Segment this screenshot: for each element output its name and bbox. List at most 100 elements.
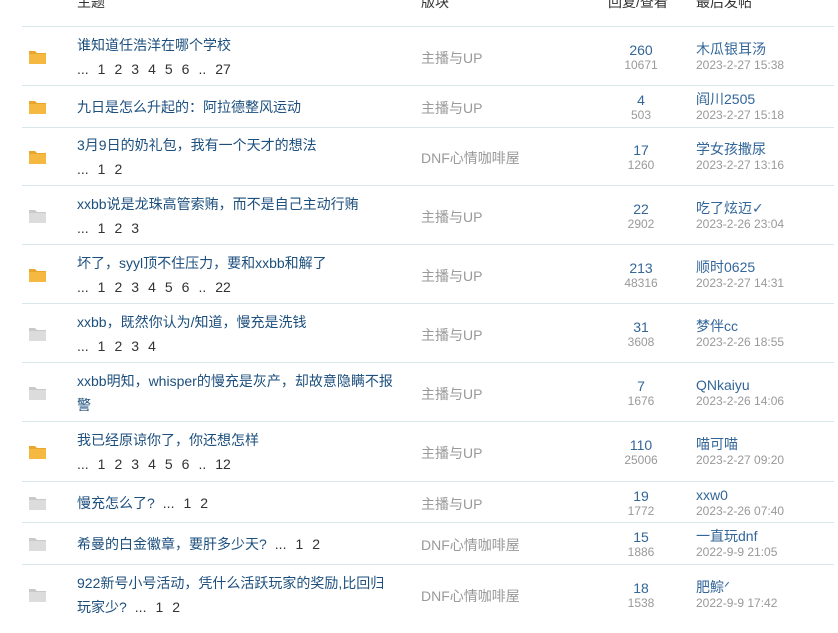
thread-title-link[interactable]: 慢充怎么了? (77, 495, 155, 511)
section-link[interactable]: 主播与UP (421, 207, 482, 227)
page-link[interactable]: 3 (131, 57, 139, 81)
section-link[interactable]: 主播与UP (421, 494, 482, 514)
thread-title-link[interactable]: xxbb说是龙珠高管索贿，而不是自己主动行贿 (77, 196, 359, 212)
last-post-time[interactable]: 2023-2-27 15:18 (696, 107, 784, 123)
last-post-user[interactable]: xxw0 (696, 487, 784, 503)
page-link[interactable]: 1 (98, 452, 106, 476)
page-link[interactable]: 1 (183, 491, 191, 515)
section-link[interactable]: 主播与UP (421, 443, 482, 463)
page-link[interactable]: 1 (98, 216, 106, 240)
page-link[interactable]: 3 (131, 452, 139, 476)
section-link[interactable]: DNF心情咖啡屋 (421, 148, 520, 168)
reply-count[interactable]: 18 (594, 580, 688, 596)
page-link[interactable]: 1 (295, 532, 303, 556)
last-post-user[interactable]: QNkaiyu (696, 377, 784, 393)
last-post-cell: 一直玩dnf 2022-9-9 21:05 (696, 528, 777, 560)
page-link[interactable]: 4 (148, 452, 156, 476)
reply-count[interactable]: 15 (594, 529, 688, 545)
page-link[interactable]: 5 (165, 452, 173, 476)
page-link[interactable]: 22 (215, 275, 231, 299)
page-link[interactable]: 1 (98, 157, 106, 181)
section-link[interactable]: 主播与UP (421, 325, 482, 345)
thread-title-link[interactable]: 谁知道任浩洋在哪个学校 (77, 37, 231, 53)
reply-count[interactable]: 260 (594, 42, 688, 58)
thread-title-link[interactable]: 我已经原谅你了，你还想怎样 (77, 432, 259, 448)
reply-count[interactable]: 17 (594, 142, 688, 158)
thread-title-link[interactable]: xxbb明知，whisper的慢充是灰产，却故意隐瞒不报警 (77, 373, 393, 413)
page-link[interactable]: 6 (182, 57, 190, 81)
last-post-time[interactable]: 2023-2-27 13:16 (696, 157, 784, 173)
page-link[interactable]: 12 (215, 452, 231, 476)
reply-count[interactable]: 7 (594, 378, 688, 394)
section-link[interactable]: DNF心情咖啡屋 (421, 535, 520, 555)
last-post-time[interactable]: 2023-2-27 09:20 (696, 452, 784, 468)
last-post-user[interactable]: 顺时0625 (696, 259, 784, 275)
pagination-ellipsis: ... (77, 161, 89, 177)
page-link[interactable]: 2 (200, 491, 208, 515)
last-post-cell: 肥鯮ᐟ 2022-9-9 17:42 (696, 579, 777, 611)
page-link[interactable]: 6 (182, 452, 190, 476)
view-count: 10671 (624, 57, 658, 72)
page-link[interactable]: 1 (98, 334, 106, 358)
page-link[interactable]: 2 (114, 157, 122, 181)
reply-count[interactable]: 19 (594, 488, 688, 504)
page-link[interactable]: 3 (131, 275, 139, 299)
section-link[interactable]: 主播与UP (421, 98, 482, 118)
page-link[interactable]: 27 (215, 57, 231, 81)
last-post-user[interactable]: 木瓜银耳汤 (696, 41, 784, 57)
page-link[interactable]: 2 (172, 595, 180, 619)
page-link[interactable]: 1 (155, 595, 163, 619)
reply-view-counts: 22 2902 (594, 201, 688, 231)
last-post-time[interactable]: 2023-2-26 18:55 (696, 334, 784, 350)
thread-title-link[interactable]: 九日是怎么升起的：阿拉德整风运动 (77, 99, 301, 115)
last-post-user[interactable]: 一直玩dnf (696, 528, 777, 544)
page-link[interactable]: 3 (131, 216, 139, 240)
page-link[interactable]: 2 (114, 452, 122, 476)
page-link[interactable]: 2 (114, 334, 122, 358)
section-link[interactable]: DNF心情咖啡屋 (421, 586, 520, 606)
page-link[interactable]: 6 (182, 275, 190, 299)
pagination-ellipsis: ... (134, 599, 147, 615)
last-post-user[interactable]: 梦伴cc (696, 318, 784, 334)
page-link[interactable]: 4 (148, 275, 156, 299)
page-link[interactable]: 1 (98, 57, 106, 81)
section-link[interactable]: 主播与UP (421, 384, 482, 404)
page-link[interactable]: 5 (165, 57, 173, 81)
page-link[interactable]: 3 (131, 334, 139, 358)
reply-view-counts: 19 1772 (594, 488, 688, 518)
last-post-time[interactable]: 2023-2-26 23:04 (696, 216, 784, 232)
thread-title-link[interactable]: 坏了，syyl顶不住压力，要和xxbb和解了 (77, 255, 327, 271)
pagination-ellipsis: ... (77, 456, 89, 472)
page-link[interactable]: 1 (98, 275, 106, 299)
page-link[interactable]: 5 (165, 275, 173, 299)
reply-count[interactable]: 213 (594, 260, 688, 276)
last-post-user[interactable]: 肥鯮ᐟ (696, 579, 777, 595)
last-post-user[interactable]: 学女孩撒尿 (696, 141, 784, 157)
page-link[interactable]: 4 (148, 334, 156, 358)
reply-count[interactable]: 22 (594, 201, 688, 217)
thread-title-link[interactable]: 922新号小号活动，凭什么活跃玩家的奖励,比回归玩家少? (77, 575, 384, 615)
page-link[interactable]: 2 (114, 216, 122, 240)
reply-count[interactable]: 4 (594, 92, 688, 108)
page-link[interactable]: 2 (114, 275, 122, 299)
thread-title-link[interactable]: xxbb，既然你认为/知道，慢充是洗钱 (77, 314, 306, 330)
last-post-user[interactable]: 喵可喵 (696, 436, 784, 452)
last-post-user[interactable]: 阎川2505 (696, 91, 784, 107)
view-count: 1886 (627, 545, 655, 559)
section-link[interactable]: 主播与UP (421, 266, 482, 286)
reply-count[interactable]: 110 (594, 437, 688, 453)
thread-title-link[interactable]: 希曼的白金徽章，要肝多少天? (77, 536, 267, 552)
section-link[interactable]: 主播与UP (421, 48, 482, 68)
page-link[interactable]: 2 (312, 532, 320, 556)
page-link[interactable]: 2 (114, 57, 122, 81)
last-post-time[interactable]: 2022-9-9 21:05 (696, 544, 777, 560)
last-post-user[interactable]: 吃了炫迈✓ (696, 200, 784, 216)
last-post-time[interactable]: 2023-2-27 14:31 (696, 275, 784, 291)
last-post-time[interactable]: 2023-2-26 07:40 (696, 503, 784, 519)
thread-title-link[interactable]: 3月9日的奶礼包，我有一个天才的想法 (77, 137, 317, 153)
last-post-time[interactable]: 2023-2-26 14:06 (696, 393, 784, 409)
page-link[interactable]: 4 (148, 57, 156, 81)
last-post-time[interactable]: 2023-2-27 15:38 (696, 57, 784, 73)
reply-count[interactable]: 31 (594, 319, 688, 335)
last-post-time[interactable]: 2022-9-9 17:42 (696, 595, 777, 611)
